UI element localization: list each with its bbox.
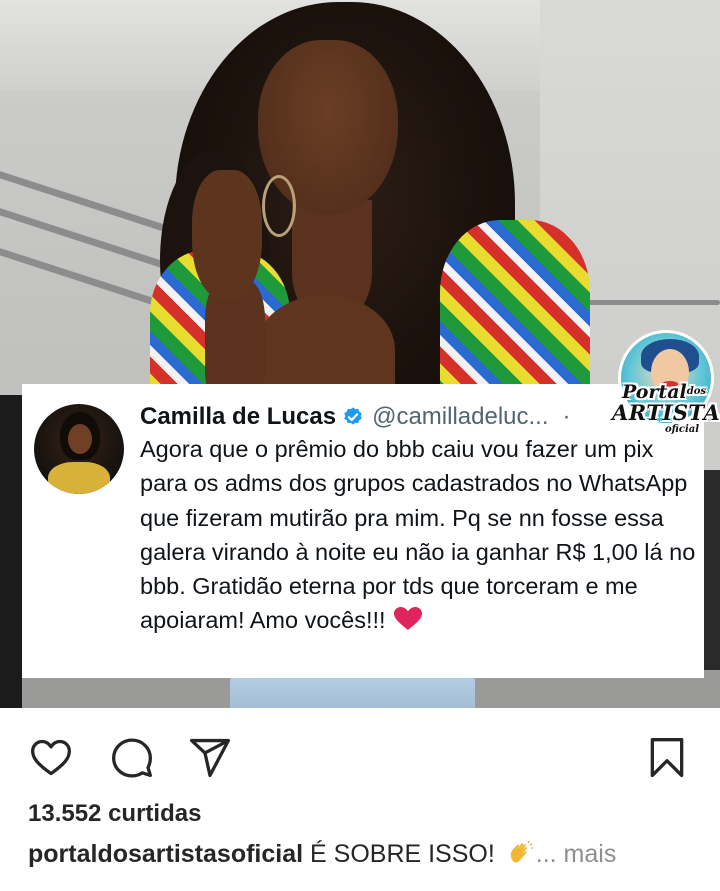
red-heart-icon	[393, 607, 422, 631]
caption-more-link[interactable]: ... mais	[536, 840, 617, 868]
tweet-screenshot: Camilla de Lucas @camilladeluc... · Agor…	[22, 384, 704, 678]
photo-earring	[262, 175, 296, 237]
bookmark-icon	[650, 738, 684, 778]
verified-badge-icon	[344, 407, 362, 425]
watermark-word-dos: dos	[686, 386, 707, 397]
caption-username[interactable]: portaldosartistasoficial	[28, 840, 303, 868]
likes-count[interactable]: 13.552 curtidas	[28, 800, 201, 828]
save-button[interactable]	[643, 734, 691, 782]
watermark-word-oficial: oficial	[664, 424, 700, 435]
photo-dark-panel	[702, 470, 720, 670]
paper-plane-icon	[190, 738, 230, 778]
comment-bubble-icon	[112, 738, 152, 778]
avatar-face	[68, 424, 92, 454]
portal-dos-artistas-watermark: Portaldos ARTISTAS oficial	[612, 330, 720, 442]
watermark-line1: Portaldos	[612, 382, 716, 402]
tweet-avatar	[34, 404, 124, 494]
heart-outline-icon	[31, 739, 71, 776]
avatar-body	[48, 462, 110, 494]
tweet-text: Agora que o prêmio do bbb caiu vou fazer…	[140, 436, 696, 634]
tweet-author-name: Camilla de Lucas	[140, 403, 337, 430]
tweet-header: Camilla de Lucas @camilladeluc... ·	[140, 400, 571, 434]
tweet-separator: ·	[562, 403, 571, 430]
share-button[interactable]	[186, 734, 234, 782]
post-caption: portaldosartistasoficial É SOBRE ISSO! .…	[28, 840, 616, 869]
caption-text: É SOBRE ISSO!	[303, 840, 502, 868]
tweet-author-handle: @camilladeluc...	[372, 403, 549, 430]
post-action-bar	[0, 708, 720, 800]
tweet-text-container: Agora que o prêmio do bbb caiu vou fazer…	[140, 432, 700, 638]
watermark-text: Portaldos ARTISTAS oficial	[612, 382, 720, 436]
photo-dress	[440, 220, 590, 400]
comment-button[interactable]	[108, 734, 156, 782]
photo-hand	[192, 170, 262, 300]
photo-dark-panel	[0, 395, 22, 708]
watermark-word-artistas: ARTISTAS	[612, 400, 720, 425]
photo-jeans	[230, 675, 475, 708]
like-button[interactable]	[27, 734, 75, 782]
clapping-hand-icon	[510, 840, 533, 863]
